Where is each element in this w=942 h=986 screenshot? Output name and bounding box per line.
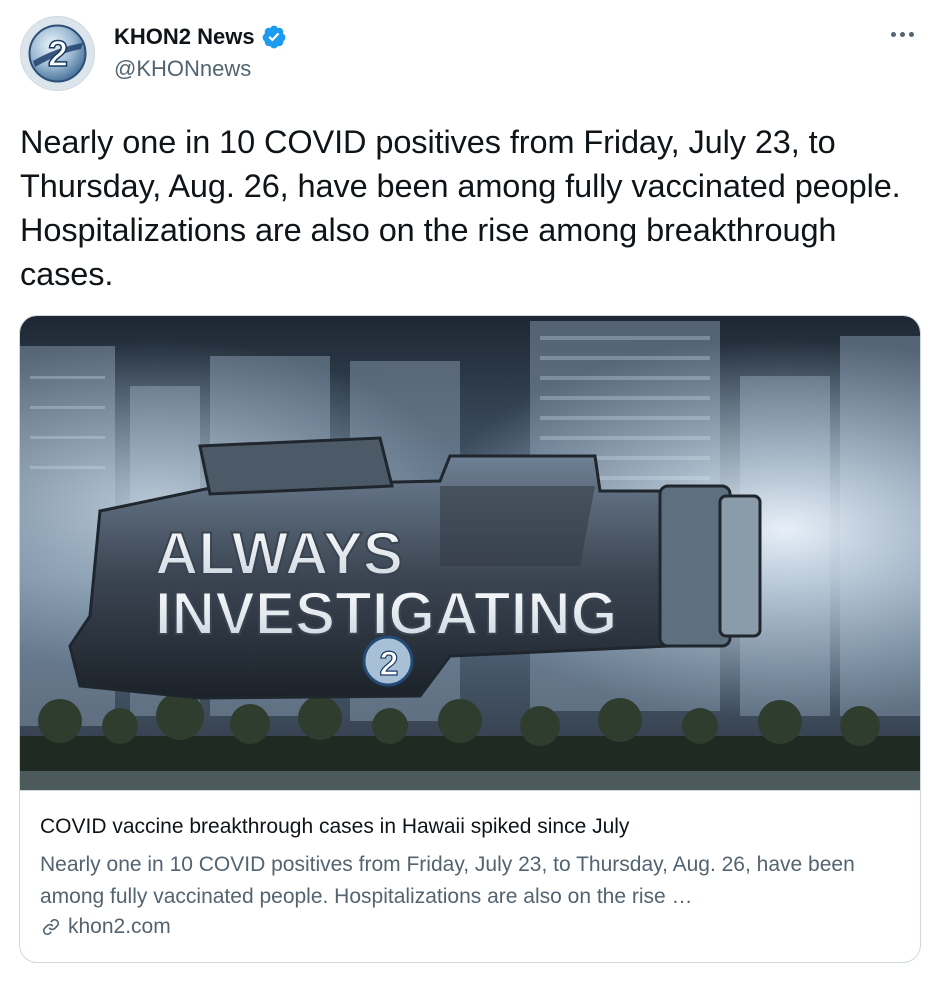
svg-text:2: 2 [48,33,68,74]
more-dot-icon [908,31,914,37]
khon2-logo-icon: 2 [21,17,94,90]
more-dot-icon [890,31,896,37]
image-text-line1: ALWAYS [155,520,403,587]
author-name[interactable]: KHON2 News [114,24,255,50]
card-domain-text[interactable]: khon2.com [68,915,171,939]
card-domain[interactable]: khon2.com [40,915,171,939]
author-name-row[interactable]: KHON2 News [114,22,287,52]
more-options-button[interactable] [882,20,922,48]
card-description: Nearly one in 10 COVID positives from Fr… [40,853,855,908]
image-logo-text: 2 [380,645,399,683]
card-image[interactable]: ALWAYS INVESTIGATING 2 [20,316,920,790]
avatar[interactable]: 2 [20,16,95,91]
verified-badge-icon [262,25,285,49]
more-dot-icon [899,31,905,37]
link-card[interactable]: ALWAYS INVESTIGATING 2 COVID vaccine bre… [19,315,921,963]
link-icon [42,918,60,936]
tweet-text: Nearly one in 10 COVID positives from Fr… [20,124,901,292]
author-handle[interactable]: @KHONnews [114,56,251,82]
card-title[interactable]: COVID vaccine breakthrough cases in Hawa… [40,815,629,839]
card-image-graphic: ALWAYS INVESTIGATING 2 [20,316,920,790]
card-body[interactable]: COVID vaccine breakthrough cases in Hawa… [20,790,920,962]
